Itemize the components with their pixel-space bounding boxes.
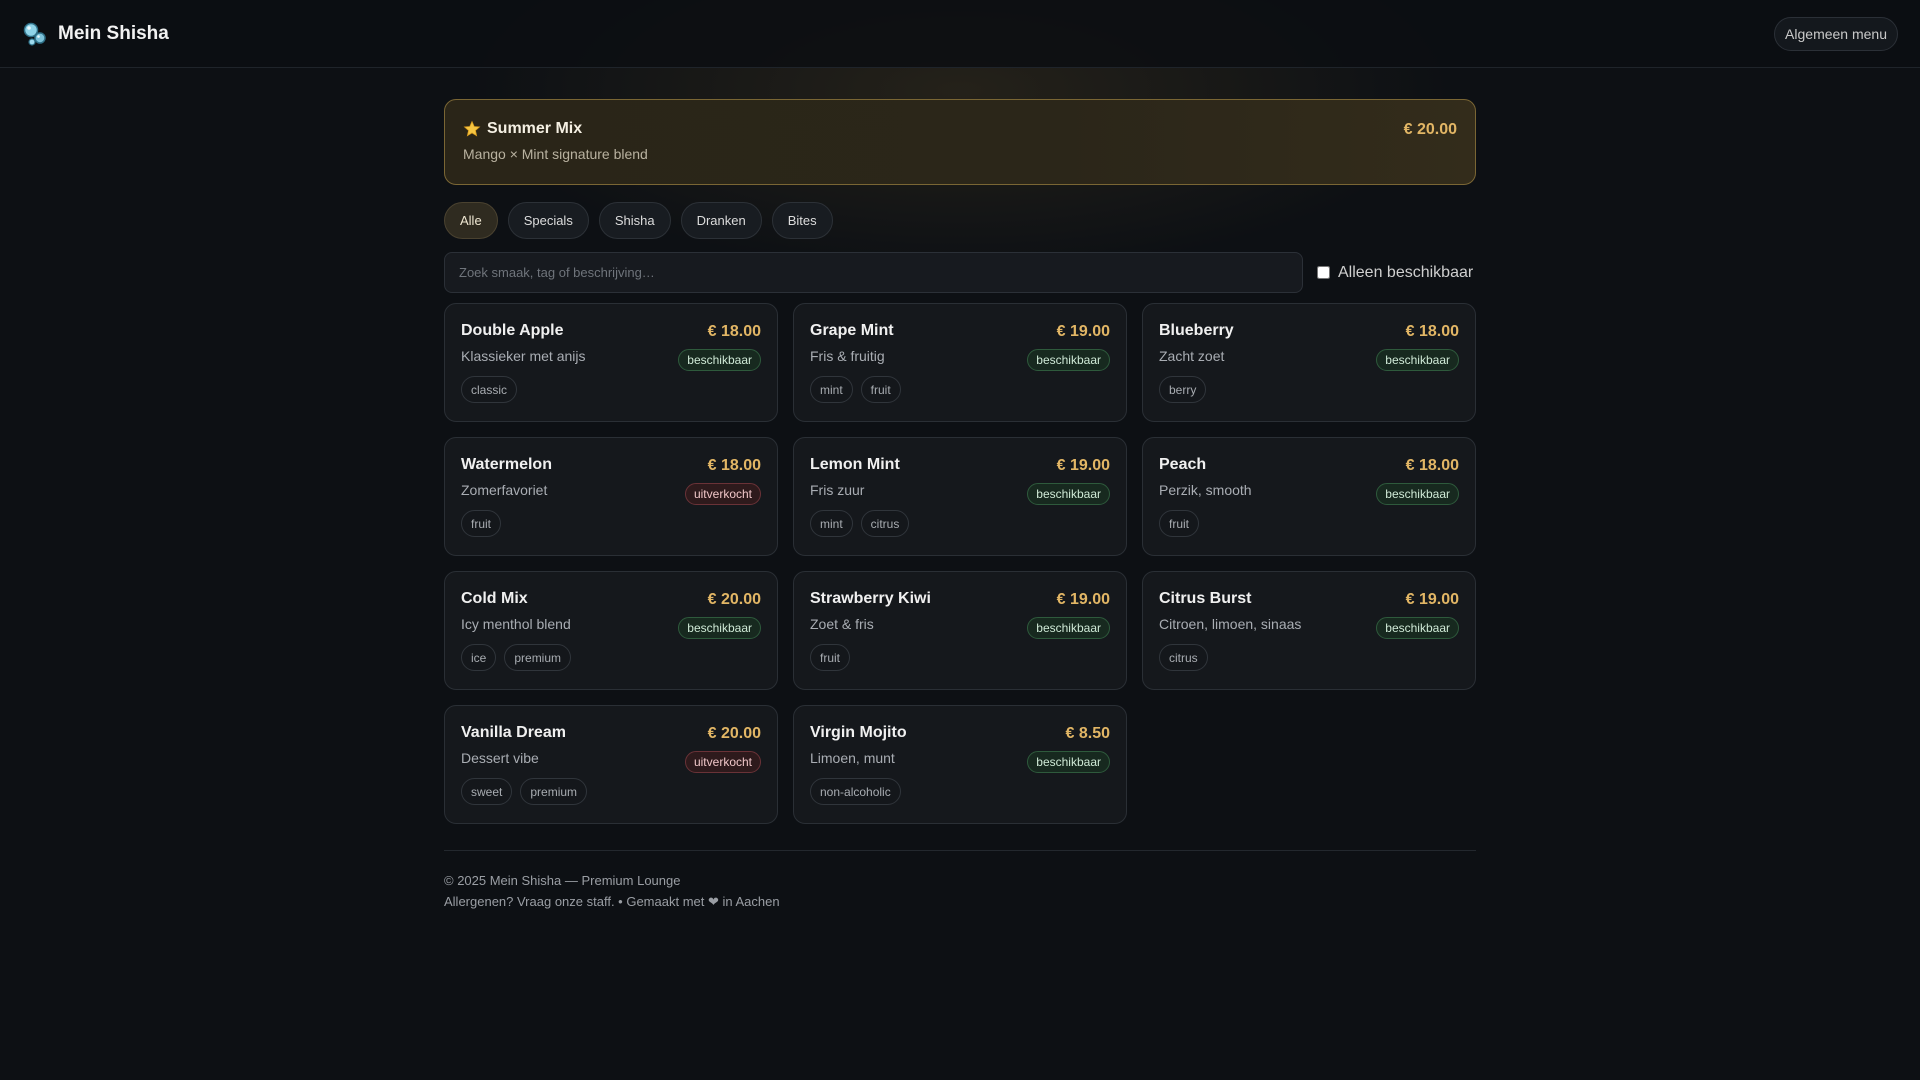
item-tags: classic	[461, 376, 761, 403]
menu-item-card[interactable]: Virgin Mojito € 8.50 Limoen, munt beschikba…	[793, 705, 1127, 824]
status-badge: beschikbaar	[1376, 617, 1459, 639]
tag-chip[interactable]: classic	[461, 376, 518, 403]
available-only-checkbox[interactable]	[1317, 266, 1330, 279]
featured-special-card[interactable]: Summer Mix Mango × Mint signature blend …	[444, 99, 1476, 185]
tab-shisha[interactable]: Shisha	[598, 202, 671, 239]
menu-item-card[interactable]: Watermelon € 18.00 Zomerfavoriet uitverkoch…	[444, 437, 778, 556]
available-only-label: Alleen beschikbaar	[1338, 263, 1474, 281]
item-tags: fruit	[1159, 510, 1459, 537]
status-badge: beschikbaar	[678, 349, 761, 371]
item-price: € 19.00	[1056, 323, 1110, 340]
menu-item-card[interactable]: Peach € 18.00 Perzik, smooth beschikbaar fru…	[1142, 437, 1476, 556]
item-price: € 20.00	[707, 725, 761, 742]
featured-price: € 20.00	[1403, 121, 1457, 138]
item-tags: fruit	[810, 644, 1110, 671]
menu-grid: Double Apple € 18.00 Klassieker met anijs b…	[444, 303, 1476, 824]
tag-chip[interactable]: berry	[1159, 376, 1207, 403]
search-row: Alleen beschikbaar	[444, 252, 1476, 293]
tag-chip[interactable]: fruit	[810, 644, 851, 671]
menu-item-card[interactable]: Grape Mint € 19.00 Fris & fruitig beschikba…	[793, 303, 1127, 422]
star-icon	[463, 120, 481, 138]
item-price: € 18.00	[707, 323, 761, 340]
status-badge: uitverkocht	[684, 483, 761, 505]
item-price: € 19.00	[1056, 591, 1110, 608]
brand[interactable]: Mein Shisha	[22, 21, 169, 47]
status-badge: beschikbaar	[1027, 751, 1110, 773]
menu-item-card[interactable]: Cold Mix € 20.00 Icy menthol blend beschikb…	[444, 571, 778, 690]
tag-chip[interactable]: premium	[504, 644, 572, 671]
item-price: € 20.00	[707, 591, 761, 608]
status-badge: beschikbaar	[1027, 483, 1110, 505]
status-badge: beschikbaar	[1027, 617, 1110, 639]
item-tags: mint citrus	[810, 510, 1110, 537]
status-badge: uitverkocht	[684, 751, 761, 773]
tag-chip[interactable]: citrus	[860, 510, 910, 537]
tag-chip[interactable]: ice	[461, 644, 497, 671]
footer-copyright: © 2025 Mein Shisha — Premium Lounge	[444, 873, 681, 888]
tag-chip[interactable]: fruit	[860, 376, 901, 403]
item-price: € 19.00	[1056, 457, 1110, 474]
tab-specials[interactable]: Specials	[507, 202, 589, 239]
item-tags: citrus	[1159, 644, 1459, 671]
item-tags: sweet premium	[461, 778, 761, 805]
category-tabs: Alle Specials Shisha Dranken Bites	[444, 202, 1476, 239]
tag-chip[interactable]: citrus	[1159, 644, 1208, 671]
featured-description: Mango × Mint signature blend	[463, 146, 648, 162]
footer-allergen-note: Allergenen? Vraag onze staff. • Gemaakt …	[444, 894, 780, 909]
item-tags: fruit	[461, 510, 761, 537]
menu-item-card[interactable]: Lemon Mint € 19.00 Fris zuur beschikbaar min…	[793, 437, 1127, 556]
tag-chip[interactable]: mint	[810, 510, 853, 537]
tab-alle[interactable]: Alle	[444, 202, 498, 239]
tag-chip[interactable]: fruit	[1159, 510, 1200, 537]
footer: © 2025 Mein Shisha — Premium Lounge Alle…	[444, 850, 1476, 912]
tag-chip[interactable]: fruit	[461, 510, 502, 537]
main-content: Summer Mix Mango × Mint signature blend …	[444, 99, 1476, 912]
tag-chip[interactable]: sweet	[461, 778, 513, 805]
tab-dranken[interactable]: Dranken	[680, 202, 762, 239]
menu-item-card[interactable]: Citrus Burst € 19.00 Citroen, limoen, sina…	[1142, 571, 1476, 690]
tag-chip[interactable]: mint	[810, 376, 853, 403]
available-only-filter[interactable]: Alleen beschikbaar	[1317, 264, 1473, 282]
tag-chip[interactable]: premium	[520, 778, 588, 805]
brand-name: Mein Shisha	[58, 22, 169, 44]
item-price: € 8.50	[1065, 725, 1110, 742]
top-bar: Mein Shisha Algemeen menu	[0, 0, 1920, 68]
menu-item-card[interactable]: Strawberry Kiwi € 19.00 Zoet & fris beschik…	[793, 571, 1127, 690]
menu-item-card[interactable]: Vanilla Dream € 20.00 Dessert vibe uitverko…	[444, 705, 778, 824]
item-price: € 18.00	[1405, 323, 1459, 340]
status-badge: beschikbaar	[1027, 349, 1110, 371]
item-tags: non-alcoholic	[810, 778, 1110, 805]
item-price: € 19.00	[1405, 591, 1459, 608]
menu-item-card[interactable]: Double Apple € 18.00 Klassieker met anijs b…	[444, 303, 778, 422]
featured-title: Summer Mix	[487, 120, 583, 137]
item-tags: ice premium	[461, 644, 761, 671]
search-input[interactable]	[444, 252, 1303, 293]
tab-bites[interactable]: Bites	[771, 202, 833, 239]
item-tags: berry	[1159, 376, 1459, 403]
general-menu-button[interactable]: Algemeen menu	[1774, 16, 1898, 51]
item-tags: mint fruit	[810, 376, 1110, 403]
menu-item-card[interactable]: Blueberry € 18.00 Zacht zoet beschikbaar ber…	[1142, 303, 1476, 422]
bubbles-icon	[22, 21, 48, 47]
status-badge: beschikbaar	[678, 617, 761, 639]
featured-title-row: Summer Mix	[463, 120, 1457, 138]
status-badge: beschikbaar	[1376, 483, 1459, 505]
item-price: € 18.00	[1405, 457, 1459, 474]
item-price: € 18.00	[707, 457, 761, 474]
status-badge: beschikbaar	[1376, 349, 1459, 371]
tag-chip[interactable]: non-alcoholic	[810, 778, 901, 805]
